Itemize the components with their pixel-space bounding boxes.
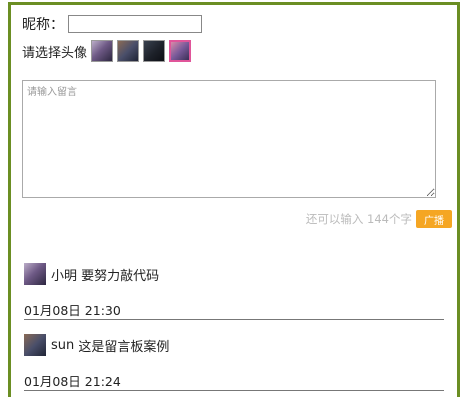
message-text: 这是留言板案例 <box>78 339 170 355</box>
nickname-label: 昵称： <box>22 17 64 33</box>
message-item: sun 这是留言板案例 01月08日 21:24 <box>24 333 434 390</box>
message-header: 小明 要努力敲代码 <box>24 262 434 286</box>
avatar-option-3[interactable] <box>143 40 166 62</box>
message-text: 要努力敲代码 <box>81 268 160 284</box>
message-author: 小明 <box>51 268 78 284</box>
avatar-picker-label: 请选择头像 <box>22 45 88 61</box>
nickname-row: 昵称： <box>22 14 202 34</box>
counter-row: 还可以输入 144个字 广播 <box>306 210 452 228</box>
avatar-option-1[interactable] <box>91 40 114 62</box>
message-author: sun <box>51 337 75 353</box>
user-avatar <box>24 263 46 285</box>
message-divider <box>24 319 444 320</box>
avatar-picker: 请选择头像 <box>22 40 192 62</box>
user-avatar <box>24 334 46 356</box>
message-time: 01月08日 21:30 <box>24 303 121 318</box>
avatar-option-4[interactable] <box>169 40 192 62</box>
broadcast-button[interactable]: 广播 <box>416 210 452 228</box>
message-textarea[interactable] <box>22 80 436 198</box>
remaining-chars-text: 还可以输入 144个字 <box>305 212 412 226</box>
avatar-option-2[interactable] <box>117 40 140 62</box>
message-divider <box>24 390 444 391</box>
message-time: 01月08日 21:24 <box>24 374 121 389</box>
message-item: 小明 要努力敲代码 01月08日 21:30 <box>24 262 434 319</box>
message-header: sun 这是留言板案例 <box>24 333 434 357</box>
nickname-input[interactable] <box>68 15 202 33</box>
